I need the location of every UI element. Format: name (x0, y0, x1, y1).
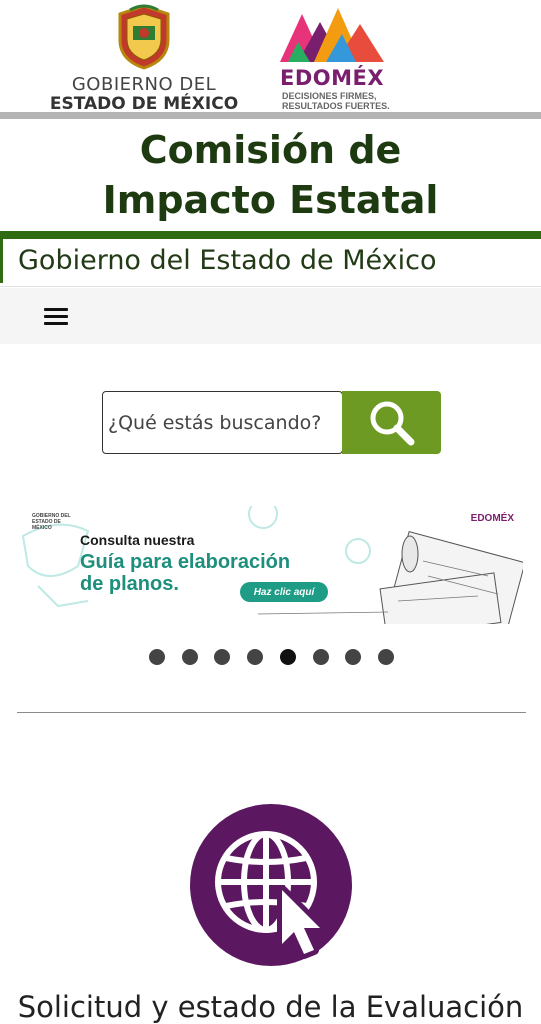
banner-text-heading-1: Guía para elaboración (80, 551, 291, 573)
carousel-dot[interactable] (247, 649, 264, 665)
gobierno-logo-line1: GOBIERNO DEL (71, 74, 217, 95)
carousel-dot[interactable] (149, 649, 165, 665)
coat-of-arms-icon (118, 4, 170, 70)
carousel-dot[interactable] (312, 649, 329, 665)
banner-text-heading-2: de planos. (80, 573, 179, 595)
globe-cursor-icon (215, 831, 325, 959)
edomex-tagline-line2: RESULTADOS FUERTES. (282, 101, 390, 111)
gobierno-logo-line2: ESTADO DE MÉXICO (49, 94, 239, 114)
service-label[interactable]: Solicitud y estado de la Evaluación (0, 990, 541, 1024)
carousel-dot[interactable] (279, 649, 296, 665)
carousel-indicators (149, 649, 399, 665)
edomex-mountain-icon (280, 8, 384, 62)
edomex-logo[interactable]: EDOMÉX DECISIONES FIRMES, RESULTADOS FUE… (278, 4, 398, 111)
subtitle: Gobierno del Estado de México (18, 245, 437, 276)
carousel-dot[interactable] (345, 649, 362, 665)
site-title: Comisión de Impacto Estatal (102, 128, 439, 222)
header-green-rule (0, 231, 541, 239)
search-input[interactable] (102, 391, 343, 454)
search-button[interactable] (342, 391, 441, 454)
header-logos: GOBIERNO DEL ESTADO DE MÉXICO EDOMÉX DEC… (0, 0, 541, 114)
header-gray-rule (0, 112, 541, 119)
search-icon (370, 401, 414, 445)
carousel-slide-banner[interactable]: GOBIERNO DEL ESTADO DE MÉXICO EDOMÉX Con… (18, 506, 523, 624)
carousel-dot[interactable] (377, 649, 394, 665)
subtitle-bar: Gobierno del Estado de México (0, 239, 541, 287)
edomex-tagline-line1: DECISIONES FIRMES, (282, 91, 377, 101)
banner-edomex-text: EDOMÉX (470, 513, 514, 524)
carousel-dot[interactable] (181, 649, 198, 665)
banner-gobierno-text: GOBIERNO DEL ESTADO DE MÉXICO (32, 513, 71, 531)
banner-cta-button[interactable]: Haz clic aquí (240, 582, 328, 602)
subtitle-accent (0, 239, 3, 283)
hamburger-menu-icon[interactable] (38, 302, 74, 330)
service-link[interactable] (190, 804, 352, 966)
section-divider (17, 712, 526, 713)
edomex-wordmark: EDOMÉX (280, 66, 385, 90)
carousel-dot[interactable] (214, 649, 231, 665)
gobierno-estado-mexico-logo[interactable]: GOBIERNO DEL ESTADO DE MÉXICO (46, 4, 246, 114)
nav-bar (0, 288, 541, 344)
title-block: Comisión de Impacto Estatal (0, 119, 541, 231)
banner-text-small: Consulta nuestra (80, 532, 195, 548)
